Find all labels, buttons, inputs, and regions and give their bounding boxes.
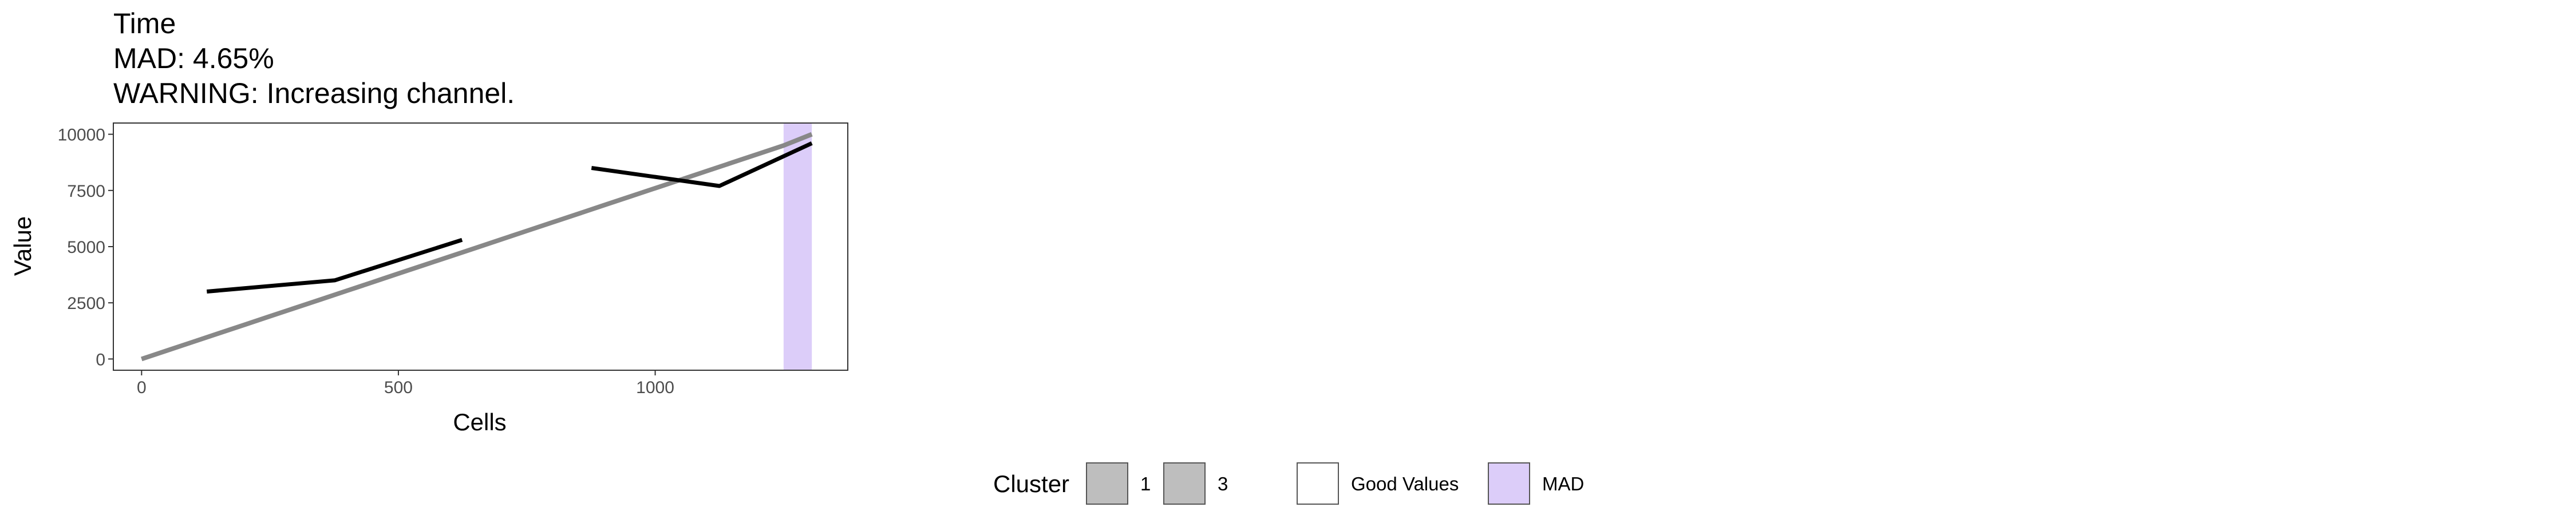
legend-title: Cluster	[993, 470, 1069, 497]
legend-label-2: 3	[1218, 473, 1228, 494]
legend-key-1	[1086, 462, 1128, 505]
chart-title: Time	[113, 7, 176, 39]
legend-label-1: 1	[1140, 473, 1151, 494]
legend-label-4: MAD	[1542, 473, 1584, 494]
legend-key-2	[1163, 462, 1206, 505]
legend: Cluster 1 3 Good Values MAD	[993, 462, 1584, 505]
y-tick-label: 7500	[67, 182, 105, 201]
chart-subtitle-mad: MAD: 4.65%	[113, 42, 274, 74]
x-tick-label: 1000	[636, 378, 674, 397]
y-tick-label: 10000	[58, 126, 105, 145]
legend-key-3	[1297, 462, 1339, 505]
chart-subtitle-warning: WARNING: Increasing channel.	[113, 77, 515, 109]
legend-key-4	[1488, 462, 1530, 505]
y-tick-label: 2500	[67, 294, 105, 313]
mad-band	[783, 123, 812, 370]
x-axis-title: Cells	[453, 409, 506, 435]
chart-title-block: Time MAD: 4.65% WARNING: Increasing chan…	[113, 7, 515, 109]
y-tick-label: 5000	[67, 238, 105, 257]
legend-label-3: Good Values	[1351, 473, 1459, 494]
x-tick-label: 0	[137, 378, 147, 397]
plot-area	[141, 123, 813, 370]
y-axis-title: Value	[9, 216, 36, 276]
y-tick-label: 0	[96, 350, 105, 369]
series-line-values	[141, 132, 813, 362]
chart: Time MAD: 4.65% WARNING: Increasing chan…	[9, 7, 1584, 505]
series-line-cluster-2	[591, 141, 813, 188]
x-tick-label: 500	[384, 378, 413, 397]
